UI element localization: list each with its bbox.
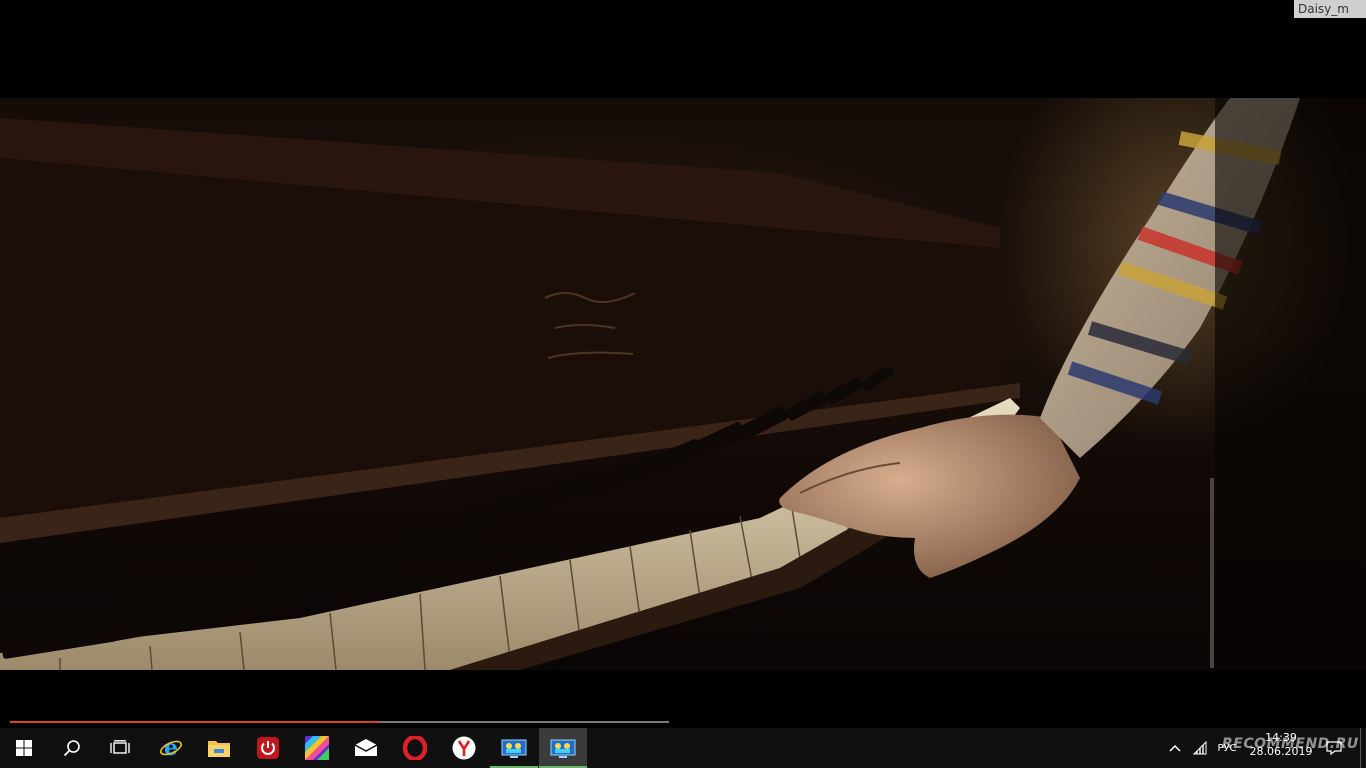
network-button[interactable] [1188, 728, 1212, 768]
power-icon [257, 737, 279, 759]
taskbar: e РУС 14:39 28.06.2019 RECOMMEND.RU [0, 728, 1366, 768]
internet-explorer-button[interactable]: e [147, 728, 195, 768]
watermark-text: Daisy_m [1298, 2, 1349, 16]
watermark-badge: Daisy_m [1294, 0, 1366, 18]
tray-overflow-button[interactable] [1164, 728, 1186, 768]
video-player-2-button[interactable] [539, 728, 587, 768]
search-icon [63, 740, 80, 757]
piano-scene-image [0, 98, 1366, 670]
task-view-icon [110, 740, 130, 754]
mail-icon [354, 739, 378, 756]
folder-icon [208, 741, 230, 757]
action-center-button[interactable] [1320, 728, 1348, 768]
video-progress-bar[interactable] [10, 721, 669, 723]
power-app-button[interactable] [244, 728, 292, 768]
mail-app-button[interactable] [342, 728, 390, 768]
media-player-icon [550, 739, 576, 758]
show-desktop-button[interactable] [1360, 728, 1366, 768]
wifi-icon [1192, 741, 1207, 755]
video-player-1-button[interactable] [490, 728, 538, 768]
opera-browser-button[interactable] [391, 728, 439, 768]
yandex-icon [452, 736, 476, 760]
notification-icon [1326, 741, 1342, 755]
paint-app-button[interactable] [293, 728, 341, 768]
opera-icon [403, 736, 427, 760]
media-player-icon [501, 739, 527, 758]
yandex-browser-button[interactable] [440, 728, 488, 768]
start-button[interactable] [0, 728, 48, 768]
search-button[interactable] [48, 728, 96, 768]
desktop-screen: Daisy_m e РУС 14:39 28.06.2019 RECOMMEND… [0, 0, 1366, 768]
task-view-button[interactable] [96, 728, 144, 768]
video-progress-fill [10, 721, 380, 723]
ie-icon: e [160, 736, 182, 760]
video-frame[interactable] [0, 98, 1366, 670]
file-explorer-button[interactable] [195, 728, 243, 768]
svg-text:e: e [164, 736, 178, 760]
chevron-up-icon [1169, 744, 1181, 752]
colorful-app-icon [305, 736, 329, 760]
windows-logo-icon [16, 740, 32, 756]
